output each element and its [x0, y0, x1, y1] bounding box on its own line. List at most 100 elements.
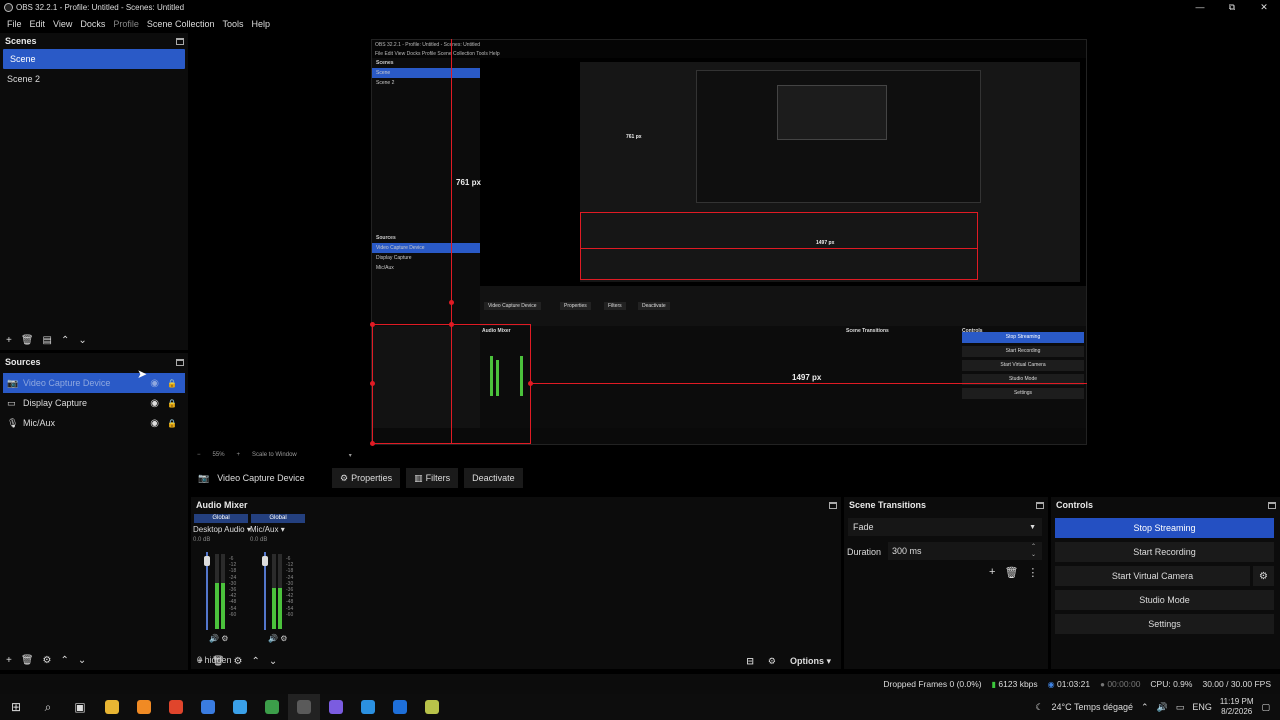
menu-help[interactable]: Help: [247, 19, 274, 29]
menu-view[interactable]: View: [49, 19, 76, 29]
chevron-down-icon[interactable]: ▾: [349, 452, 352, 459]
channel-name[interactable]: Mic/Aux ▾: [248, 525, 308, 534]
weather-text[interactable]: 24°C Temps dégagé: [1052, 702, 1134, 712]
taskbar-app-icon[interactable]: [96, 694, 128, 720]
move-down-icon[interactable]: ⌄: [78, 655, 86, 666]
eye-hidden-icon[interactable]: ◉: [150, 378, 159, 389]
channel-settings-icon[interactable]: ⚙: [280, 634, 287, 643]
start-recording-button[interactable]: Start Recording: [1055, 542, 1274, 562]
properties-button[interactable]: ⚙ Properties: [332, 468, 401, 488]
eye-icon[interactable]: ◉: [150, 398, 159, 409]
handle-dot[interactable]: [370, 322, 375, 327]
menu-tools[interactable]: Tools: [218, 19, 247, 29]
start-virtual-camera-button[interactable]: Start Virtual Camera: [1055, 566, 1250, 586]
notifications-icon[interactable]: ▢: [1261, 702, 1270, 713]
search-icon[interactable]: ⌕: [32, 694, 64, 720]
add-source-icon[interactable]: +: [6, 655, 12, 666]
remove-source-icon[interactable]: 🗑: [21, 655, 34, 666]
language-indicator[interactable]: ENG: [1192, 702, 1212, 712]
clock[interactable]: 11:19 PM 8/2/2026: [1220, 697, 1254, 717]
zoom-mode-select[interactable]: Scale to Window: [252, 452, 297, 458]
more-options-icon[interactable]: ⋮: [1027, 566, 1038, 579]
zoom-out-button[interactable]: −: [197, 452, 201, 458]
menu-file[interactable]: File: [3, 19, 26, 29]
volume-fader-knob[interactable]: [262, 556, 268, 566]
minimize-button[interactable]: —: [1184, 0, 1216, 15]
menu-profile[interactable]: Profile: [109, 19, 143, 29]
move-up-icon[interactable]: ⌃: [252, 656, 260, 667]
handle-dot[interactable]: [370, 381, 375, 386]
menu-docks[interactable]: Docks: [76, 19, 109, 29]
undock-icon[interactable]: [176, 358, 184, 366]
stop-streaming-button[interactable]: Stop Streaming: [1055, 518, 1274, 538]
zoom-in-button[interactable]: +: [237, 452, 241, 458]
undock-icon[interactable]: [1036, 501, 1044, 509]
handle-dot[interactable]: [370, 441, 375, 446]
taskbar-app-icon[interactable]: [160, 694, 192, 720]
taskbar-app-icon[interactable]: [192, 694, 224, 720]
studio-mode-button[interactable]: Studio Mode: [1055, 590, 1274, 610]
lock-icon[interactable]: 🔒: [167, 379, 177, 388]
taskbar-app-icon[interactable]: [224, 694, 256, 720]
zoom-bar: − 55% + Scale to Window ▾: [191, 449, 591, 461]
volume-fader-knob[interactable]: [204, 556, 210, 566]
settings-button[interactable]: Settings: [1055, 614, 1274, 634]
trash-icon[interactable]: 🗑: [1004, 566, 1018, 579]
taskbar-app-icon[interactable]: [128, 694, 160, 720]
maximize-button[interactable]: ⧉: [1216, 0, 1248, 15]
spin-arrows-icon[interactable]: ⌃ ⌄: [1031, 543, 1036, 559]
network-icon[interactable]: ▭: [1176, 702, 1185, 713]
menu-edit[interactable]: Edit: [26, 19, 50, 29]
deactivate-button[interactable]: Deactivate: [464, 468, 523, 488]
undock-icon[interactable]: [176, 37, 184, 45]
channel-name[interactable]: Desktop Audio ▾: [191, 525, 251, 534]
taskbar-app-icon[interactable]: [288, 694, 320, 720]
speaker-icon[interactable]: 🔊: [209, 634, 219, 643]
taskbar-app-icon[interactable]: [352, 694, 384, 720]
source-item-mic-aux[interactable]: 🎙 Mic/Aux ◉ 🔒: [3, 413, 185, 433]
preview-canvas[interactable]: OBS 32.2.1 - Profile: Untitled - Scenes:…: [191, 33, 1280, 448]
scene-filters-icon[interactable]: ▤: [43, 335, 52, 346]
volume-icon[interactable]: 🔊: [1157, 702, 1168, 713]
undock-icon[interactable]: [829, 501, 837, 509]
taskbar-app-icon[interactable]: [256, 694, 288, 720]
transition-select[interactable]: Fade ▼: [848, 518, 1042, 536]
virtual-camera-gear-icon[interactable]: ⚙: [1253, 566, 1274, 586]
duration-input[interactable]: 300 ms ⌃ ⌄: [888, 542, 1042, 560]
move-up-icon[interactable]: ⌃: [61, 335, 69, 346]
lock-icon[interactable]: 🔒: [167, 399, 177, 408]
weather-icon[interactable]: ☾: [1035, 702, 1043, 713]
gear-icon[interactable]: ⚙: [234, 656, 243, 667]
tray-chevron-icon[interactable]: ⌃: [1141, 702, 1149, 713]
handle-dot[interactable]: [449, 300, 454, 305]
undock-icon[interactable]: [1268, 501, 1276, 509]
filters-button[interactable]: ▥ Filters: [406, 468, 459, 488]
handle-dot[interactable]: [449, 322, 454, 327]
move-down-icon[interactable]: ⌄: [78, 335, 86, 346]
menu-scene-collection[interactable]: Scene Collection: [143, 19, 219, 29]
scene-item[interactable]: Scene: [3, 49, 185, 69]
source-item-display-capture[interactable]: ▭ Display Capture ◉ 🔒: [3, 393, 185, 413]
layout-toggle-icon[interactable]: ⊟: [746, 656, 754, 667]
task-view-icon[interactable]: ▣: [64, 694, 96, 720]
remove-scene-icon[interactable]: 🗑: [21, 335, 34, 346]
channel-settings-icon[interactable]: ⚙: [221, 634, 228, 643]
close-button[interactable]: ✕: [1248, 0, 1280, 15]
scene-item[interactable]: Scene 2: [0, 69, 188, 89]
add-scene-icon[interactable]: +: [6, 335, 12, 346]
speaker-icon[interactable]: 🔊: [268, 634, 278, 643]
windows-start-icon[interactable]: ⊞: [0, 694, 32, 720]
add-icon[interactable]: +: [989, 566, 995, 579]
lock-icon[interactable]: 🔒: [167, 419, 177, 428]
taskbar-app-icon[interactable]: [320, 694, 352, 720]
handle-dot[interactable]: [528, 381, 533, 386]
taskbar-app-icon[interactable]: [384, 694, 416, 720]
move-up-icon[interactable]: ⌃: [61, 655, 69, 666]
eye-icon[interactable]: ◉: [150, 418, 159, 429]
advanced-settings-icon[interactable]: ⚙: [768, 656, 776, 667]
options-button[interactable]: Options ▾: [790, 656, 831, 667]
source-properties-icon[interactable]: ⚙: [43, 655, 52, 666]
move-down-icon[interactable]: ⌄: [269, 656, 277, 667]
taskbar-app-icon[interactable]: [416, 694, 448, 720]
source-item-video-capture[interactable]: 📷 Video Capture Device ◉ 🔒: [3, 373, 185, 393]
